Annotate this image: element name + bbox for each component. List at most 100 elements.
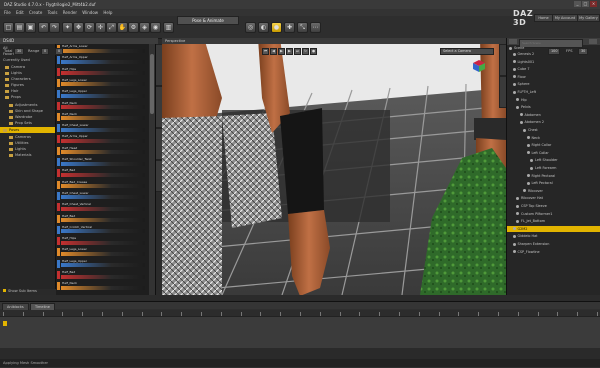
light-bulb-icon[interactable]: ●	[271, 22, 282, 33]
scene-item[interactable]: Ribcover Hat	[516, 195, 543, 201]
step-forward-icon[interactable]: ▶	[286, 48, 293, 55]
preset-item[interactable]: Half_Arms_Lower	[57, 45, 145, 53]
eye-icon[interactable]	[509, 46, 512, 50]
eye-icon[interactable]	[530, 166, 533, 170]
preset-item[interactable]: Half_Crotch_Vertical	[57, 225, 145, 234]
timeline-track[interactable]	[0, 316, 600, 350]
viewport-tab[interactable]: Perspective	[162, 38, 506, 44]
tree-item[interactable]: Currently Used	[3, 57, 30, 63]
eye-icon[interactable]	[516, 105, 519, 109]
preset-item[interactable]: Half_Hips	[57, 67, 145, 76]
transform-icon[interactable]: ✚	[284, 22, 295, 33]
translate-tool-icon[interactable]: ✢	[95, 22, 106, 33]
scene-item[interactable]: Genesis 2	[512, 51, 534, 57]
eye-icon[interactable]	[516, 212, 519, 216]
preset-item[interactable]: Half_Bad_Crease	[57, 180, 145, 189]
eye-icon[interactable]	[526, 143, 530, 147]
tree-item[interactable]: Props	[5, 94, 21, 100]
menu-file[interactable]: File	[4, 9, 11, 16]
show-sub-items-checkbox[interactable]: Show Sub Items	[3, 289, 37, 293]
preset-item[interactable]: Half_Arms_Upper	[57, 56, 145, 65]
eye-icon[interactable]	[512, 234, 516, 238]
fps-field[interactable]: 30	[578, 48, 589, 55]
menu-tools[interactable]: Tools	[48, 9, 58, 16]
eye-icon[interactable]	[516, 204, 519, 208]
render-settings-icon[interactable]: ▥	[163, 22, 174, 33]
eye-icon[interactable]	[512, 227, 516, 231]
preset-item[interactable]: Half_Bad	[57, 214, 145, 223]
render-icon[interactable]: ◐	[258, 22, 269, 33]
scene-item[interactable]: FL_Jet_Bottom	[516, 218, 545, 224]
minimize-button[interactable]: _	[574, 1, 581, 7]
camera-select[interactable]: Select a Camera	[440, 48, 494, 55]
preset-item[interactable]: Half_Legs_Upper	[57, 90, 145, 99]
redo-icon[interactable]: ↷	[49, 22, 60, 33]
scene-item[interactable]: Left Pectoral	[526, 180, 553, 186]
scene-item[interactable]: Right Pectoral	[526, 173, 555, 179]
filter-icon[interactable]	[509, 39, 517, 44]
node-selection-icon[interactable]: ✦	[62, 22, 73, 33]
spot-render-icon[interactable]: ◉	[150, 22, 161, 33]
new-scene-icon[interactable]: □	[3, 22, 14, 33]
scene-item[interactable]: Ribcover	[523, 188, 543, 194]
my-gallery-link[interactable]: My Gallery	[577, 14, 600, 22]
scene-item[interactable]: Left Shoulder	[530, 157, 558, 163]
scene-item[interactable]: Hip	[516, 97, 527, 103]
scene-item[interactable]: Sharpen Extension	[512, 241, 549, 247]
universal-tool-icon[interactable]: ✥	[73, 22, 84, 33]
eye-icon[interactable]	[519, 113, 523, 117]
camera-frame-icon[interactable]: ◎	[245, 22, 256, 33]
surface-selection-icon[interactable]: ◈	[139, 22, 150, 33]
preset-item[interactable]: Half_Chest_Lower	[57, 124, 145, 133]
scene-item[interactable]: Chest	[523, 127, 538, 133]
preset-list-scrollbar[interactable]	[149, 44, 155, 295]
eye-icon[interactable]	[516, 98, 519, 102]
eye-icon[interactable]	[512, 75, 516, 79]
go-to-start-icon[interactable]: ⏮	[262, 48, 269, 55]
scene-item[interactable]: Abdomen	[519, 112, 541, 118]
frame-field[interactable]: 0	[55, 48, 64, 55]
preset-item[interactable]: Half_Legs_Lower	[57, 248, 145, 257]
eye-icon[interactable]	[512, 82, 516, 86]
scene-item[interactable]: Pelvis	[516, 104, 531, 110]
range-field[interactable]: 0	[41, 48, 50, 55]
save-icon[interactable]: ▣	[25, 22, 36, 33]
scale-icon[interactable]: ⤡	[297, 22, 308, 33]
eye-icon[interactable]	[530, 158, 533, 162]
eye-icon[interactable]	[523, 128, 526, 132]
open-icon[interactable]: ▤	[14, 22, 25, 33]
eye-icon[interactable]	[526, 151, 530, 155]
playhead[interactable]	[3, 321, 7, 326]
menu-window[interactable]: Window	[82, 9, 98, 16]
scrub-field[interactable]: 100	[548, 48, 561, 55]
tree-item-poses[interactable]: Poses	[0, 127, 55, 133]
preset-item[interactable]: Half_Shoulder_Twist	[57, 158, 145, 166]
eye-icon[interactable]	[512, 242, 516, 246]
preset-item[interactable]: Half_Chest_Lower	[57, 191, 145, 200]
eye-icon[interactable]	[526, 174, 530, 178]
record-icon[interactable]: ●	[310, 48, 317, 55]
preset-item[interactable]: Half_Neck	[57, 101, 145, 110]
preset-item[interactable]: Half_Legs_Lower	[57, 78, 145, 87]
preset-item[interactable]: Half_Bad	[57, 169, 145, 178]
eye-icon[interactable]	[512, 90, 516, 94]
more-tools-icon[interactable]: ⋯	[310, 22, 321, 33]
play-icon[interactable]: ▶	[278, 48, 285, 55]
my-account-link[interactable]: My Account	[552, 14, 578, 22]
preset-item[interactable]: Half_Hips	[57, 237, 145, 246]
scene-item-selected[interactable]: G2M2	[507, 225, 600, 232]
loop-icon[interactable]: ↻	[302, 48, 309, 55]
3d-viewport[interactable]: Perspective	[162, 38, 506, 295]
scene-item[interactable]: Abdomen 2	[519, 119, 544, 125]
scene-item[interactable]: Cube 7	[512, 66, 530, 72]
preset-item[interactable]: Half_Head	[57, 146, 145, 155]
close-button[interactable]: ×	[590, 1, 597, 7]
undo-icon[interactable]: ↶	[38, 22, 49, 33]
tab-pose-animate[interactable]: Pose & Animate	[177, 16, 239, 25]
scale-tool-icon[interactable]: ⤢	[106, 22, 117, 33]
step-back-icon[interactable]: ◀	[270, 48, 277, 55]
preset-item[interactable]: Half_Bad	[57, 271, 145, 279]
eye-icon[interactable]	[512, 60, 516, 64]
menu-render[interactable]: Render	[63, 9, 77, 16]
scene-item[interactable]: Giddelo Hat	[512, 233, 538, 239]
